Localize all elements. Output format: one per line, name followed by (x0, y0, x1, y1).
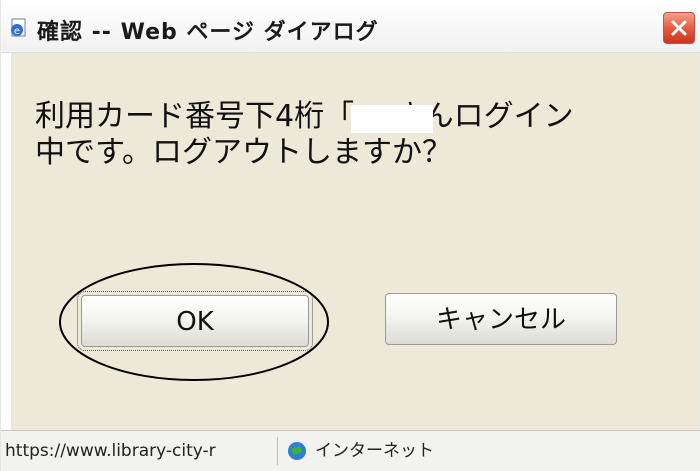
security-zone-label: インターネット (315, 441, 434, 461)
close-icon (671, 20, 687, 36)
globe-icon (287, 441, 307, 461)
confirm-message: 利用カード番号下4桁「 」さんログイン 中です。ログアウトしますか？ (35, 99, 574, 170)
web-page-dialog: e 確認 -- Web ページ ダイアログ 利用カード番号下4桁「 」さんログイ… (0, 0, 700, 471)
title-bar[interactable]: e 確認 -- Web ページ ダイアログ (1, 0, 700, 53)
status-bar: https://www.library-city-r インターネット (1, 430, 700, 471)
svg-text:e: e (14, 26, 20, 37)
status-url: https://www.library-city-r (5, 437, 278, 465)
cancel-button[interactable]: キャンセル (385, 293, 617, 345)
redacted-card-digits (351, 105, 433, 133)
ie-page-icon: e (9, 18, 29, 38)
dialog-title: 確認 -- Web ページ ダイアログ (37, 20, 379, 45)
close-button[interactable] (663, 12, 695, 44)
highlight-ellipse (59, 263, 329, 381)
